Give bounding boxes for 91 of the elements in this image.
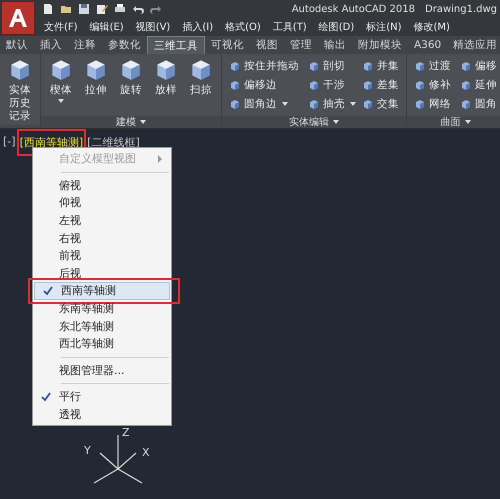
app-menu-button[interactable]: [1, 1, 35, 35]
ribbon-button[interactable]: 偏移边: [226, 78, 280, 92]
menu-option[interactable]: 视图管理器...: [33, 362, 171, 380]
block-icon: [414, 98, 426, 110]
submenu-arrow-icon: [157, 154, 163, 163]
ribbon-tab[interactable]: A360: [408, 36, 448, 54]
ribbon-button[interactable]: 圆角边: [226, 97, 280, 112]
ribbon-tab[interactable]: 插入: [34, 36, 68, 54]
axis-label: Z: [122, 427, 130, 438]
ribbon-tab[interactable]: 默认: [0, 36, 34, 54]
ribbon-button[interactable]: 旋转: [115, 56, 147, 114]
ribbon-button[interactable]: 放样: [150, 56, 182, 114]
ribbon-tab[interactable]: 可视化: [205, 36, 250, 54]
ribbon-button[interactable]: 差集: [359, 78, 402, 92]
print-icon[interactable]: [114, 3, 126, 15]
axis-label: X: [142, 447, 150, 458]
menu-option[interactable]: 左视: [33, 212, 171, 230]
ribbon-button[interactable]: 过渡: [411, 58, 454, 73]
block-icon: [414, 78, 426, 91]
save-icon[interactable]: [78, 3, 90, 15]
redo-icon[interactable]: [150, 3, 162, 15]
menu-item[interactable]: 工具(T): [266, 20, 313, 34]
menu-item[interactable]: 修改(M): [408, 20, 456, 34]
ribbon-button[interactable]: 抽壳: [305, 97, 348, 112]
menu-option[interactable]: 平行: [33, 388, 171, 406]
ribbon-tab[interactable]: 参数化: [102, 36, 147, 54]
ribbon-button[interactable]: 实体 历史记录: [4, 56, 36, 123]
block-icon: [362, 60, 374, 72]
caret-icon[interactable]: [282, 102, 288, 106]
axis-label: Y: [84, 445, 91, 456]
block-icon: [414, 60, 426, 72]
ribbon-tab[interactable]: 管理: [284, 36, 318, 54]
panel-title[interactable]: 建模: [116, 115, 136, 129]
menu-item[interactable]: 编辑(E): [84, 20, 130, 34]
menu-option[interactable]: 西南等轴测: [34, 282, 170, 300]
viewport-control[interactable]: [-]: [3, 135, 16, 150]
ribbon-button[interactable]: 扫掠: [185, 56, 217, 114]
block-icon: [229, 78, 241, 91]
ribbon-button[interactable]: 按住并拖动: [226, 58, 302, 73]
ribbon-tab[interactable]: 三维工具: [147, 36, 205, 54]
ribbon-tab[interactable]: 精选应用: [447, 36, 500, 54]
block-icon: [362, 78, 374, 91]
ribbon-button[interactable]: 干涉: [305, 78, 348, 92]
ribbon-button[interactable]: 楔体: [45, 56, 77, 114]
block-icon: [308, 60, 320, 72]
menu-option[interactable]: 东北等轴测: [33, 317, 171, 335]
menu-item[interactable]: 标注(N): [360, 20, 408, 34]
caret-icon[interactable]: [350, 102, 356, 106]
ribbon-button[interactable]: 圆角: [457, 97, 500, 112]
block-icon: [460, 98, 472, 110]
ribbon-button[interactable]: 网络: [411, 97, 454, 112]
block-icon: [460, 78, 472, 91]
menu-option[interactable]: 右视: [33, 229, 171, 247]
menu-item[interactable]: 绘图(D): [312, 20, 360, 34]
menu-option[interactable]: 俯视: [33, 176, 171, 194]
menu-option[interactable]: 前视: [33, 246, 171, 265]
ribbon-button[interactable]: 交集: [359, 97, 402, 112]
menu-item[interactable]: 视图(V): [130, 20, 176, 34]
block-icon: [460, 60, 472, 72]
menu-option[interactable]: 后视: [33, 264, 171, 282]
ribbon-tab[interactable]: 注释: [68, 36, 102, 54]
menu-item[interactable]: 文件(F): [38, 20, 84, 34]
menu-option[interactable]: 东南等轴测: [33, 300, 171, 318]
block-icon: [308, 78, 320, 91]
open-folder-icon[interactable]: [60, 3, 72, 15]
window-title: Autodesk AutoCAD 2018: [292, 4, 415, 14]
block-icon: [229, 60, 241, 72]
ribbon-button[interactable]: 并集: [359, 58, 402, 73]
new-file-icon[interactable]: [42, 3, 54, 15]
menu-option[interactable]: 透视: [33, 406, 171, 424]
ribbon-button[interactable]: 偏移: [457, 58, 500, 73]
block-icon: [229, 98, 241, 110]
block-icon: [362, 98, 374, 110]
ribbon-tab[interactable]: 输出: [318, 36, 352, 54]
menu-option[interactable]: 西北等轴测: [33, 334, 171, 353]
block-icon: [308, 98, 320, 110]
ribbon-tab[interactable]: 附加模块: [352, 36, 408, 54]
caret-icon[interactable]: [333, 120, 339, 124]
caret-icon[interactable]: [140, 120, 146, 124]
menu-option[interactable]: 仰视: [33, 194, 171, 212]
ribbon-button[interactable]: 延伸: [457, 78, 500, 92]
ribbon-tab[interactable]: 视图: [250, 36, 284, 54]
document-name: Drawing1.dwg: [425, 4, 497, 14]
menu-item[interactable]: 插入(I): [176, 20, 220, 34]
ribbon-button[interactable]: 拉伸: [80, 56, 112, 114]
letter-a-logo-icon: [6, 6, 30, 30]
ribbon-button[interactable]: 剖切: [305, 58, 348, 73]
caret-icon[interactable]: [464, 120, 470, 124]
pencil-document-icon[interactable]: [96, 3, 108, 15]
ribbon-button[interactable]: 修补: [411, 78, 454, 92]
menu-item[interactable]: 格式(O): [219, 20, 267, 34]
